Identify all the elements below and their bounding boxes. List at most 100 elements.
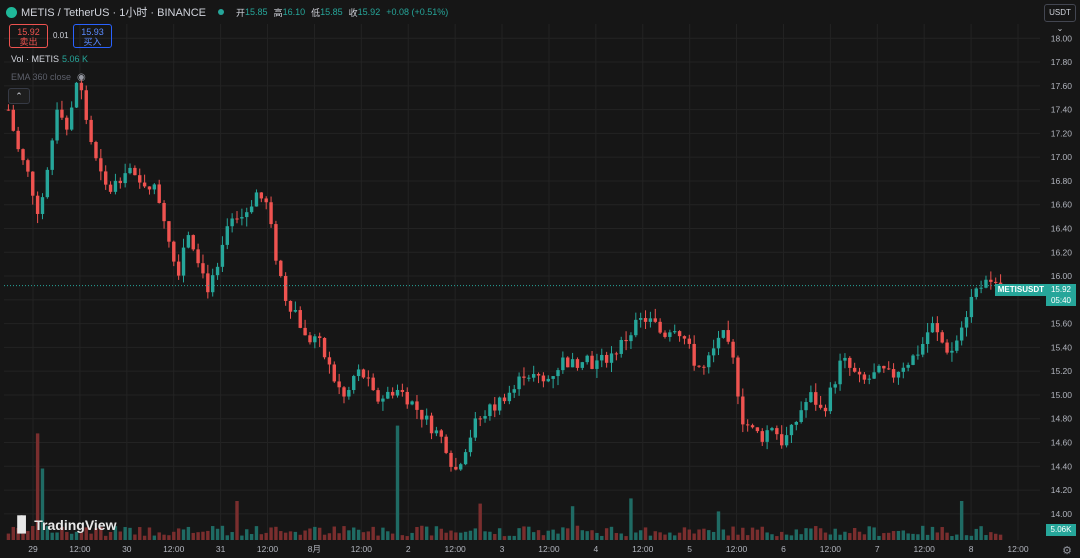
volume-bar xyxy=(459,532,463,540)
settings-gear-icon[interactable]: ⚙ xyxy=(1062,544,1072,557)
volume-bar xyxy=(546,530,550,540)
candle-body xyxy=(206,273,210,293)
candle-body xyxy=(50,140,54,170)
candle-body xyxy=(390,391,395,396)
candle-body xyxy=(322,337,327,358)
volume-bar xyxy=(210,526,215,540)
price-tick-label: 14.00 xyxy=(1051,509,1073,519)
buy-button[interactable]: 15.93 买入 xyxy=(73,24,112,48)
volume-bar xyxy=(566,528,570,540)
candle-body xyxy=(852,367,857,372)
buy-label: 买入 xyxy=(83,37,102,47)
volume-bar xyxy=(483,531,487,540)
volume-bar xyxy=(449,530,453,540)
volume-bar xyxy=(658,532,662,540)
candle-body xyxy=(994,281,998,283)
candle-body xyxy=(35,195,40,214)
candle-body xyxy=(794,421,799,425)
candle-body xyxy=(424,415,429,420)
volume-bar xyxy=(69,533,74,540)
volume-bar xyxy=(595,532,599,540)
close-value: 15.92 xyxy=(357,7,381,17)
volume-bar xyxy=(891,531,896,540)
volume-bar xyxy=(245,529,249,540)
candle-body xyxy=(410,401,414,405)
volume-indicator-legend[interactable]: Vol · METIS 5.06 K xyxy=(11,54,88,64)
candle-body xyxy=(279,260,283,277)
candle-body xyxy=(619,340,623,354)
ema-indicator-legend[interactable]: EMA 360 close ◉ xyxy=(11,72,86,83)
volume-axis-label: 5.06K xyxy=(1046,524,1076,536)
volume-bar xyxy=(317,527,322,540)
candle-body xyxy=(21,149,25,161)
symbol-price-tag: METISUSDT xyxy=(994,284,1047,296)
volume-bar xyxy=(138,527,142,540)
candle-body xyxy=(760,431,764,442)
candle-body xyxy=(901,367,906,372)
candle-body xyxy=(133,167,137,176)
volume-bar xyxy=(901,530,906,540)
volume-bar xyxy=(288,531,293,540)
candle-body xyxy=(356,369,361,377)
volume-bar xyxy=(561,527,565,540)
volume-bar xyxy=(692,533,696,540)
time-tick-label: 12:00 xyxy=(163,544,185,554)
volume-bar xyxy=(400,535,405,540)
candle-body xyxy=(429,415,434,434)
candle-body xyxy=(964,317,969,328)
volume-bar xyxy=(142,535,147,540)
volume-bar xyxy=(79,532,84,540)
candle-body xyxy=(347,390,351,397)
candle-body xyxy=(138,175,142,183)
candle-body xyxy=(536,374,541,376)
volume-bar xyxy=(945,532,949,540)
volume-bar xyxy=(376,535,380,540)
candle-body xyxy=(731,341,735,358)
candle-body xyxy=(702,366,706,368)
sell-button[interactable]: 15.92 卖出 xyxy=(9,24,48,48)
candle-body xyxy=(745,424,750,426)
candle-body xyxy=(969,296,974,318)
volume-bar xyxy=(123,527,127,540)
volume-bar xyxy=(531,532,536,540)
volume-bar xyxy=(687,529,692,540)
currency-selector[interactable]: USDT ⌄ xyxy=(1044,4,1076,33)
candle-body xyxy=(473,418,478,438)
volume-bar xyxy=(833,528,837,540)
candle-body xyxy=(687,338,692,344)
volume-bar xyxy=(293,531,298,540)
candle-body xyxy=(201,263,205,274)
volume-bar xyxy=(984,535,988,540)
open-label: 开 xyxy=(236,7,246,18)
candle-body xyxy=(629,335,633,342)
volume-bar xyxy=(118,531,122,540)
collapse-legend-button[interactable]: ⌃ xyxy=(8,88,30,104)
price-tick-label: 14.60 xyxy=(1051,438,1073,448)
candle-body xyxy=(235,218,239,220)
time-tick-label: 5 xyxy=(687,544,692,554)
candle-body xyxy=(128,167,132,174)
price-tick-label: 15.40 xyxy=(1051,342,1073,352)
candle-body xyxy=(848,357,852,368)
candle-body xyxy=(342,387,346,397)
volume-bar xyxy=(225,535,229,540)
volume-bar xyxy=(6,533,11,540)
eye-icon[interactable]: ◉ xyxy=(77,72,86,83)
candle-body xyxy=(984,279,988,288)
volume-bar xyxy=(750,527,755,540)
candle-body xyxy=(420,409,424,420)
candle-body xyxy=(707,355,711,368)
tradingview-icon: ▐▌ xyxy=(12,516,31,533)
symbol-title[interactable]: METIS / TetherUS · 1小时 · BINANCE xyxy=(21,4,206,20)
candle-body xyxy=(750,425,755,428)
price-chart[interactable]: 18.0017.8017.6017.4017.2017.0016.8016.60… xyxy=(0,0,1080,558)
volume-bar xyxy=(497,528,502,540)
volume-bar xyxy=(906,533,910,540)
candle-body xyxy=(74,82,79,108)
volume-bar xyxy=(279,531,283,540)
tradingview-logo[interactable]: ▐▌ TradingView xyxy=(12,516,116,533)
high-value: 16.10 xyxy=(282,7,306,17)
candle-body xyxy=(381,398,385,402)
candle-body xyxy=(264,198,268,203)
candle-body xyxy=(371,377,375,391)
